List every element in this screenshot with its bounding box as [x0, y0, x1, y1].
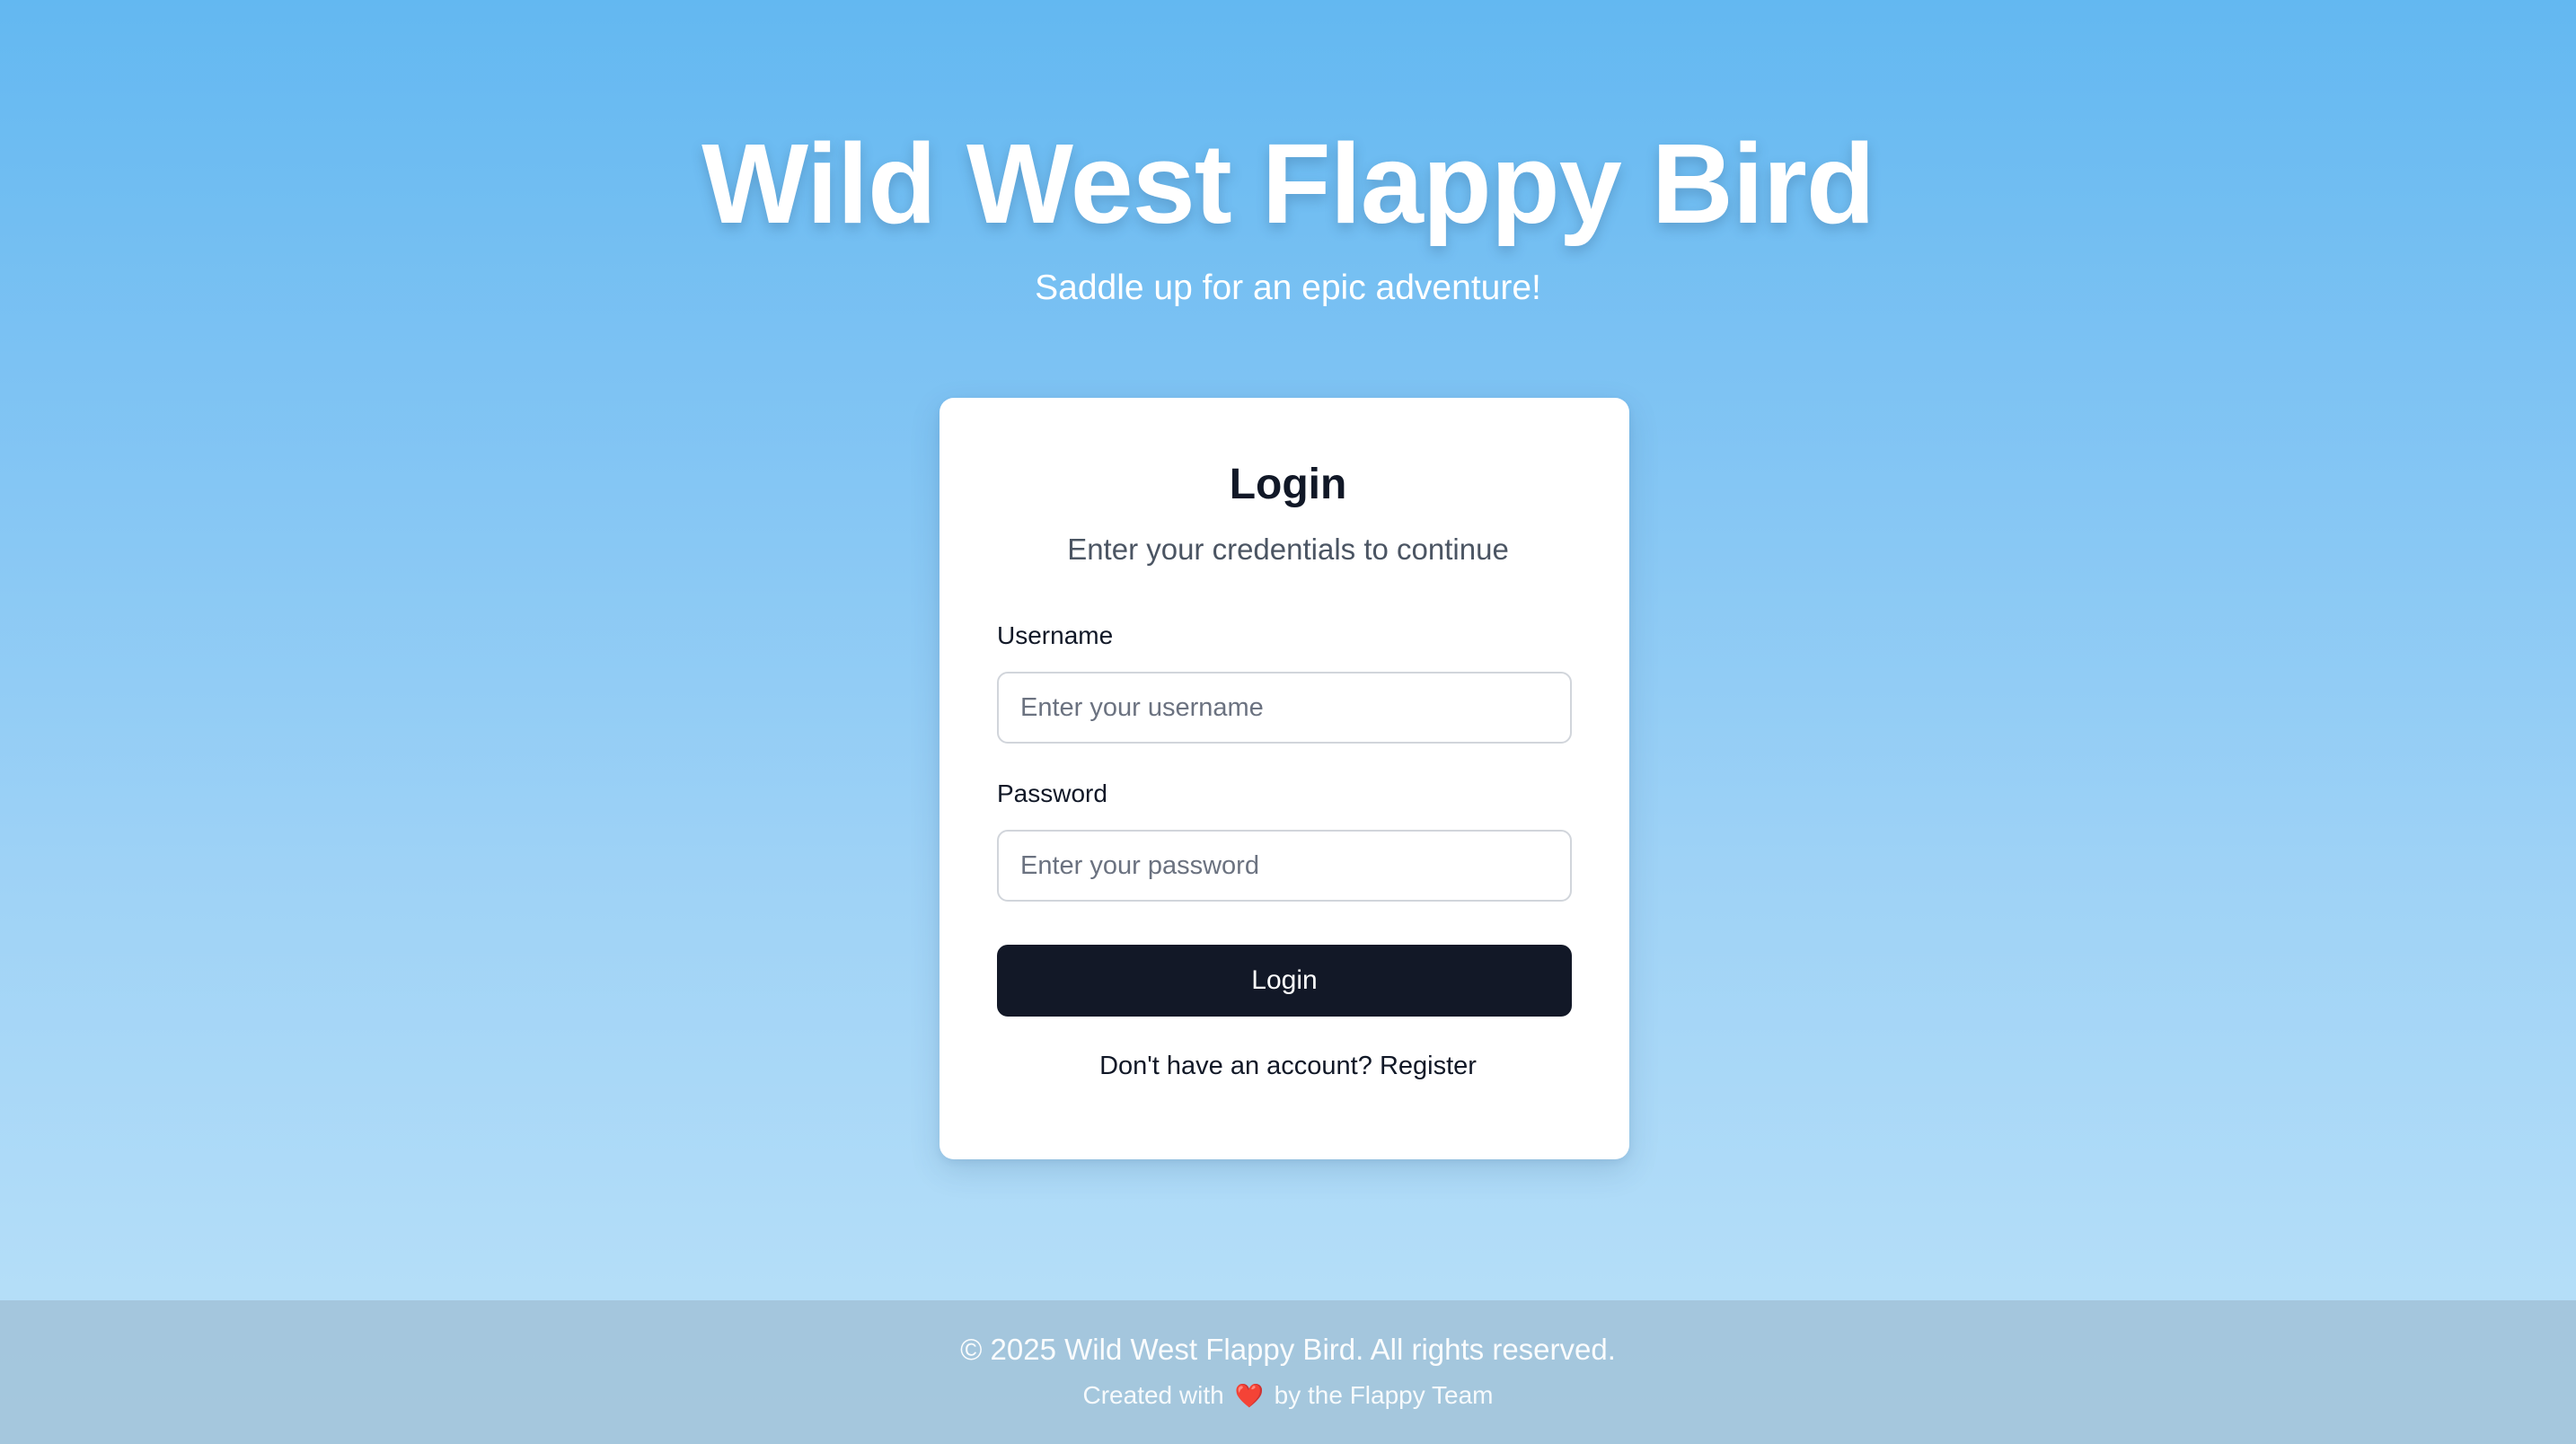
login-subtitle: Enter your credentials to continue [1067, 533, 1509, 566]
footer [0, 1300, 2576, 1444]
footer-copyright: © 2025 Wild West Flappy Bird. All rights… [960, 1333, 1616, 1366]
credit-suffix: by the Flappy Team [1274, 1381, 1494, 1409]
heart-icon: ❤️ [1234, 1382, 1264, 1409]
page-title: Wild West Flappy Bird [701, 120, 1875, 247]
login-title: Login [1229, 461, 1347, 508]
footer-credit: Created with ❤️ by the Flappy Team [0, 1378, 2576, 1413]
login-button[interactable]: Login [997, 945, 1572, 1017]
page-subtitle: Saddle up for an epic adventure! [1035, 269, 1541, 307]
credit-prefix: Created with [1082, 1381, 1224, 1409]
password-label: Password [997, 779, 1107, 807]
register-prompt: Don't have an account? Register [0, 1048, 2576, 1084]
password-input[interactable] [997, 830, 1572, 902]
register-link[interactable]: Register [1380, 1052, 1477, 1080]
username-label: Username [997, 621, 1114, 649]
register-question: Don't have an account? [1099, 1052, 1372, 1080]
username-input[interactable] [997, 672, 1572, 744]
